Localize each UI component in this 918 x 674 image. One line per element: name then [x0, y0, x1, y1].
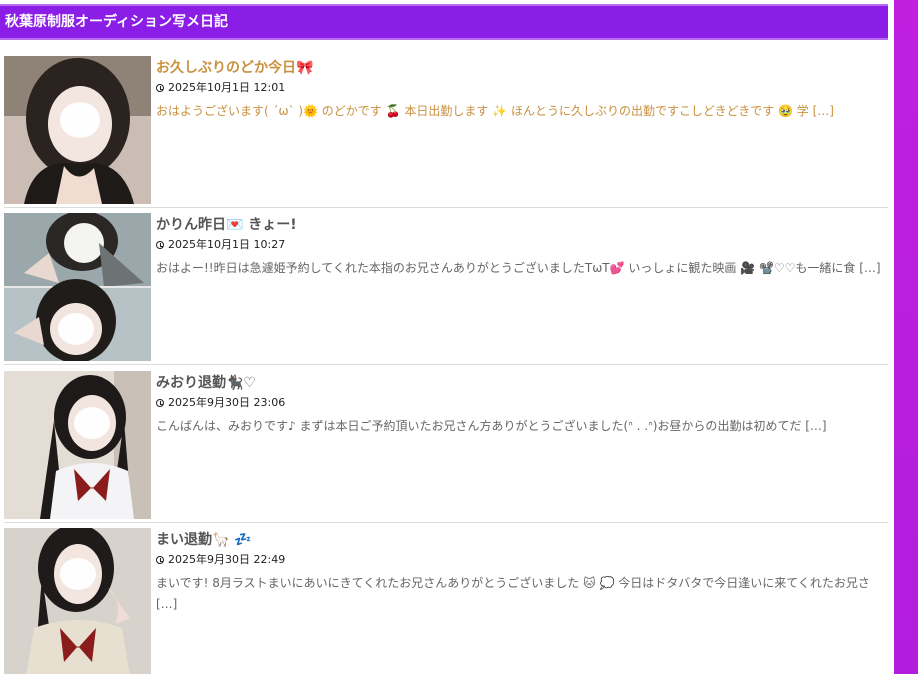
post-title[interactable]: みおり退勤🐈‍⬛♡	[156, 373, 886, 393]
clock-icon	[156, 241, 164, 249]
clock-icon	[156, 84, 164, 92]
post-excerpt: こんばんは、みおりです♪ まずは本日ご予約頂いたお兄さん方ありがとうございました…	[156, 419, 827, 433]
list-item[interactable]: まい退勤🦙 💤 2025年9月30日 22:49 まいです! 8月ラストまいにあ…	[4, 528, 888, 674]
post-excerpt: おはようございます( ´ω` )🌞 のどかです 🍒 本日出勤します ✨ ほんとう…	[156, 104, 834, 118]
photo-thumbnail[interactable]	[4, 213, 151, 361]
clock-icon	[156, 556, 164, 564]
post-date: 2025年10月1日 10:27	[156, 237, 886, 253]
photo-thumbnail[interactable]	[4, 371, 151, 519]
scrollbar[interactable]	[894, 0, 918, 674]
post-date: 2025年9月30日 22:49	[156, 552, 886, 568]
list-item[interactable]: かりん昨日💌 きょー! 2025年10月1日 10:27 おはよー!!昨日は急遽…	[4, 213, 888, 365]
post-title[interactable]: お久しぶりのどか今日🎀	[156, 58, 886, 78]
photo-thumbnail[interactable]	[4, 528, 151, 674]
post-date: 2025年10月1日 12:01	[156, 80, 886, 96]
post-title[interactable]: まい退勤🦙 💤	[156, 530, 886, 550]
post-title[interactable]: かりん昨日💌 きょー!	[156, 215, 886, 235]
clock-icon	[156, 399, 164, 407]
photo-thumbnail[interactable]	[4, 56, 151, 204]
blog-list: 秋葉原制服オーディション写メ日記 お久しぶりのどか今日🎀 2025年10月1日 …	[0, 0, 890, 674]
page-title: 秋葉原制服オーディション写メ日記	[0, 4, 888, 40]
post-date: 2025年9月30日 23:06	[156, 395, 886, 411]
list-item[interactable]: お久しぶりのどか今日🎀 2025年10月1日 12:01 おはようございます( …	[4, 56, 888, 208]
post-excerpt: おはよー!!昨日は急遽姫予約してくれた本指のお兄さんありがとうございましたTωT…	[156, 261, 881, 275]
post-excerpt: まいです! 8月ラストまいにあいにきてくれたお兄さんありがとうございました 🐱 …	[156, 576, 870, 611]
list-item[interactable]: みおり退勤🐈‍⬛♡ 2025年9月30日 23:06 こんばんは、みおりです♪ …	[4, 371, 888, 523]
